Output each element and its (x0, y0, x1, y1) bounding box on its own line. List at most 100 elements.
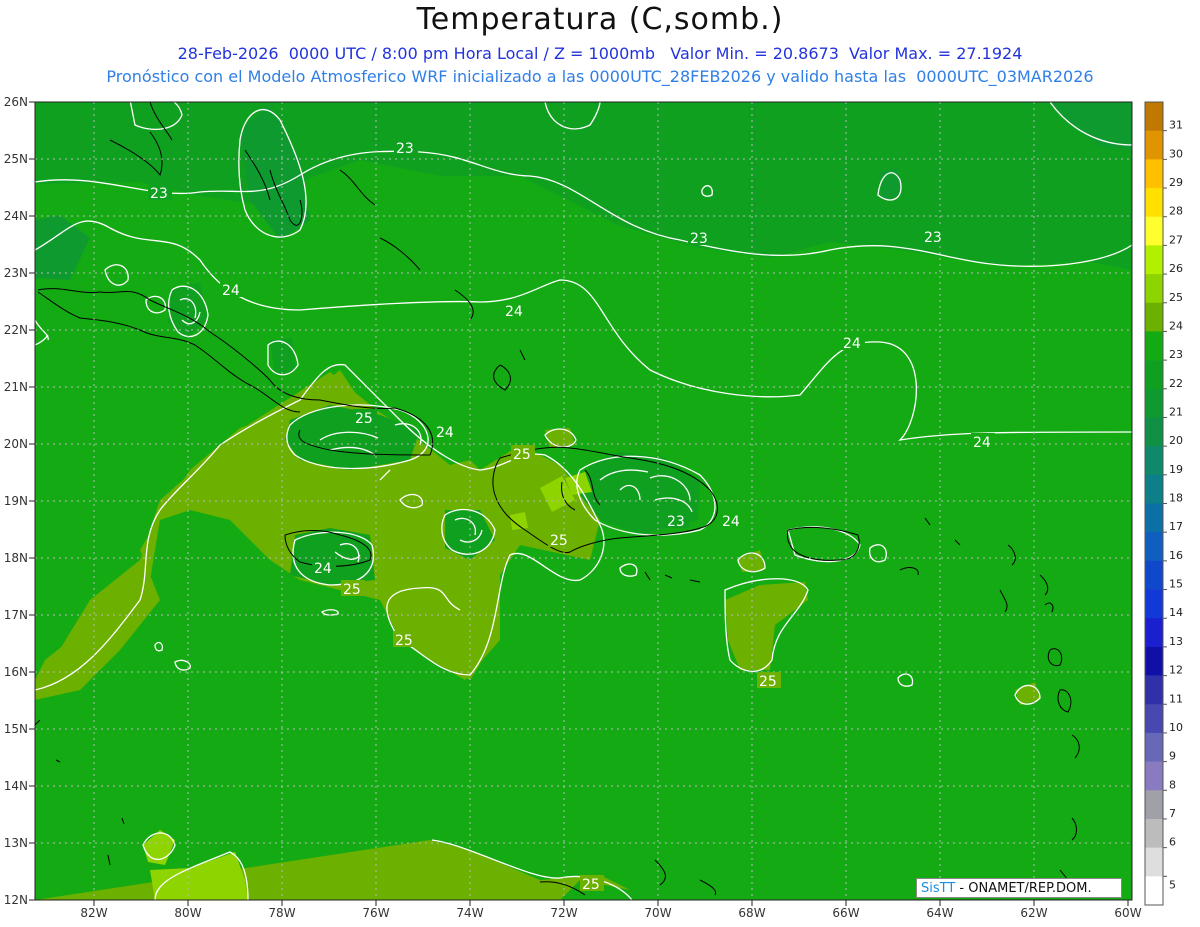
colorbar-swatch (1145, 360, 1163, 390)
colorbar-label: 21 (1169, 405, 1183, 418)
lon-tick-label: 78W (268, 906, 295, 920)
lat-tick-label: 18N (4, 551, 28, 565)
colorbar-label: 27 (1169, 233, 1183, 246)
lat-tick-label: 13N (4, 836, 28, 850)
colorbar-swatch (1145, 560, 1163, 590)
colorbar-swatch (1145, 216, 1163, 246)
colorbar-swatch (1145, 646, 1163, 676)
colorbar-label: 22 (1169, 377, 1183, 390)
contour-label: 25 (759, 674, 777, 690)
lat-tick-label: 25N (4, 152, 28, 166)
colorbar-label: 10 (1169, 721, 1183, 734)
contour-label: 25 (395, 633, 413, 649)
latitude-axis: 26N 25N 24N 23N 22N 21N 20N 19N 18N 17N 16N 15N 14N 1… (4, 95, 35, 907)
colorbar-label: 11 (1169, 692, 1183, 705)
colorbar-swatch (1145, 876, 1163, 906)
lat-tick-label: 24N (4, 209, 28, 223)
contour-label: 25 (355, 411, 373, 427)
colorbar-swatch (1145, 245, 1163, 275)
colorbar-label: 24 (1169, 319, 1183, 332)
colorbar-label: 29 (1169, 176, 1183, 189)
lat-tick-label: 26N (4, 95, 28, 109)
colorbar-swatch (1145, 847, 1163, 877)
contour-label: 25 (550, 533, 568, 549)
colorbar-label: 17 (1169, 520, 1183, 533)
colorbar-swatch (1145, 159, 1163, 189)
lon-tick-label: 70W (644, 906, 671, 920)
credit-box: SisTT - ONAMET/REP.DOM. (916, 878, 1122, 898)
contour-label: 24 (722, 514, 740, 530)
lon-tick-label: 76W (362, 906, 389, 920)
colorbar-label: 12 (1169, 664, 1183, 677)
lon-tick-label: 80W (174, 906, 201, 920)
colorbar-swatch (1145, 130, 1163, 160)
colorbar: 31 30 29 28 27 26 25 24 23 22 21 20 19 18 17 16 15 14 13 12… (1144, 101, 1183, 906)
colorbar-swatch (1145, 302, 1163, 332)
colorbar-swatch (1145, 532, 1163, 562)
contour-label: 24 (436, 425, 454, 441)
contour-label: 24 (505, 304, 523, 320)
contour-label: 23 (690, 231, 708, 247)
lon-tick-label: 62W (1020, 906, 1047, 920)
longitude-axis: 82W 80W 78W 76W 74W 72W 70W 68W 66W 64W 62W 60W (80, 900, 1142, 920)
lon-tick-label: 64W (926, 906, 953, 920)
colorbar-swatch (1145, 503, 1163, 533)
colorbar-swatch (1145, 818, 1163, 848)
lon-tick-label: 74W (456, 906, 483, 920)
contour-label: 24 (314, 561, 332, 577)
colorbar-label: 25 (1169, 291, 1183, 304)
colorbar-swatch (1145, 474, 1163, 504)
lon-tick-label: 82W (80, 906, 107, 920)
colorbar-swatch (1145, 446, 1163, 476)
contour-label: 24 (843, 336, 861, 352)
lat-tick-label: 23N (4, 266, 28, 280)
lat-tick-label: 12N (4, 893, 28, 907)
colorbar-swatch (1145, 274, 1163, 304)
lat-tick-label: 17N (4, 608, 28, 622)
colorbar-label: 30 (1169, 147, 1183, 160)
contour-label: 23 (396, 141, 414, 157)
colorbar-label: 13 (1169, 635, 1183, 648)
colorbar-label: 20 (1169, 434, 1183, 447)
colorbar-swatch (1145, 388, 1163, 418)
lat-tick-label: 16N (4, 665, 28, 679)
colorbar-label: 23 (1169, 348, 1183, 361)
contour-label: 23 (667, 514, 685, 530)
contour-label: 24 (222, 283, 240, 299)
contour-label: 25 (513, 447, 531, 463)
colorbar-swatch (1145, 732, 1163, 762)
lon-tick-label: 72W (550, 906, 577, 920)
colorbar-label: 19 (1169, 463, 1183, 476)
lat-tick-label: 22N (4, 323, 28, 337)
credit-text: - ONAMET/REP.DOM. (955, 881, 1092, 896)
colorbar-label: 14 (1169, 606, 1183, 619)
map-figure: 23 23 23 23 24 24 24 24 24 24 24 25 25 2… (4, 95, 1183, 920)
colorbar-label: 18 (1169, 492, 1183, 505)
lat-tick-label: 19N (4, 494, 28, 508)
colorbar-label: 6 (1169, 836, 1176, 849)
lat-tick-label: 21N (4, 380, 28, 394)
colorbar-label: 26 (1169, 262, 1183, 275)
colorbar-label: 5 (1169, 879, 1176, 892)
colorbar-swatch (1145, 331, 1163, 361)
colorbar-label: 28 (1169, 205, 1183, 218)
contour-label: 24 (973, 435, 991, 451)
colorbar-swatch (1145, 704, 1163, 734)
colorbar-swatch (1145, 618, 1163, 648)
colorbar-label: 7 (1169, 807, 1176, 820)
contour-label: 23 (150, 186, 168, 202)
colorbar-swatch (1145, 102, 1163, 131)
lat-tick-label: 15N (4, 722, 28, 736)
colorbar-swatch (1145, 761, 1163, 791)
colorbar-label: 15 (1169, 578, 1183, 591)
colorbar-swatch (1145, 417, 1163, 447)
colorbar-swatch (1145, 675, 1163, 705)
lon-tick-label: 60W (1114, 906, 1141, 920)
colorbar-swatch (1145, 589, 1163, 619)
colorbar-label: 31 (1169, 119, 1183, 132)
lon-tick-label: 66W (832, 906, 859, 920)
brand-logo: SisTT (921, 881, 956, 896)
colorbar-label: 8 (1169, 778, 1176, 791)
contour-label: 23 (924, 230, 942, 246)
colorbar-label: 9 (1169, 750, 1176, 763)
